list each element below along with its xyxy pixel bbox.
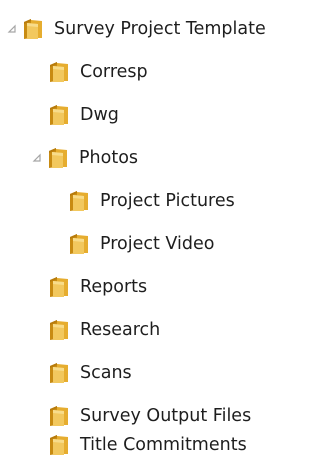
folder-icon <box>48 434 70 456</box>
folder-icon <box>47 147 69 169</box>
tree-item-label: Project Pictures <box>100 191 235 211</box>
tree-item-label: Title Commitments <box>80 435 247 455</box>
folder-icon <box>48 362 70 384</box>
tree-item-scans[interactable]: Scans <box>48 356 132 390</box>
folder-icon <box>48 319 70 341</box>
expand-toggle-icon[interactable] <box>6 23 18 35</box>
tree-item-label: Project Video <box>100 234 215 254</box>
tree-item-label: Corresp <box>80 62 148 82</box>
folder-icon <box>48 104 70 126</box>
folder-icon <box>68 233 90 255</box>
tree-item-project-pictures[interactable]: Project Pictures <box>68 184 235 218</box>
tree-item-photos[interactable]: Photos <box>31 141 138 175</box>
tree-item-reports[interactable]: Reports <box>48 270 147 304</box>
folder-icon <box>48 61 70 83</box>
tree-item-label: Research <box>80 320 161 340</box>
tree-item-label: Survey Output Files <box>80 406 252 426</box>
tree-item-label: Scans <box>80 363 132 383</box>
tree-item-label: Photos <box>79 148 139 168</box>
folder-icon <box>68 190 90 212</box>
tree-item-survey-project-template[interactable]: Survey Project Template <box>6 12 266 46</box>
folder-tree: Survey Project Template Corresp Dwg Phot… <box>0 0 330 462</box>
tree-item-label: Reports <box>80 277 148 297</box>
tree-item-project-video[interactable]: Project Video <box>68 227 214 261</box>
tree-item-research[interactable]: Research <box>48 313 160 347</box>
folder-icon <box>48 276 70 298</box>
tree-item-label: Dwg <box>80 105 119 125</box>
folder-icon <box>48 405 70 427</box>
tree-item-corresp[interactable]: Corresp <box>48 55 148 89</box>
tree-item-label: Survey Project Template <box>54 19 266 39</box>
tree-item-title-commitments[interactable]: Title Commitments <box>48 428 247 462</box>
expand-toggle-icon[interactable] <box>31 152 43 164</box>
folder-icon <box>22 18 44 40</box>
tree-item-dwg[interactable]: Dwg <box>48 98 119 132</box>
